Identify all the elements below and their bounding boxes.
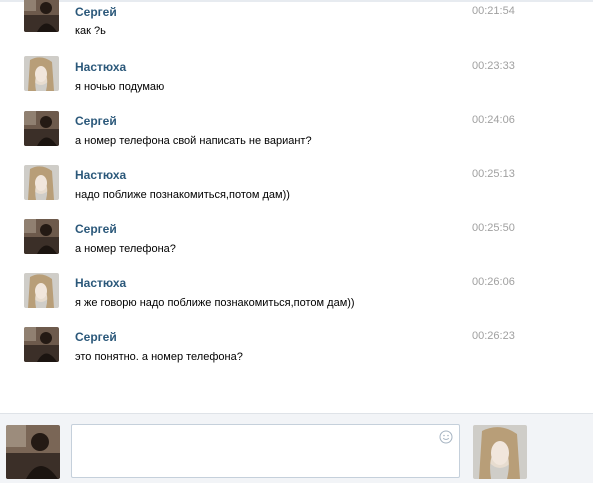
male-avatar-icon[interactable] (6, 425, 60, 479)
message-timestamp: 00:24:06 (472, 114, 515, 126)
compose-area (0, 413, 593, 483)
smiley-icon[interactable] (439, 430, 453, 444)
female-avatar-icon[interactable] (24, 273, 59, 308)
message-input[interactable] (72, 425, 459, 477)
message-timestamp: 00:23:33 (472, 60, 515, 72)
message-author-link[interactable]: Сергей (75, 330, 117, 344)
message-text: это понятно. а номер телефона? (75, 351, 243, 363)
message-text: как ?ь (75, 25, 106, 37)
message-item: Сергей 00:24:06 а номер телефона свой на… (0, 108, 593, 162)
message-item: Настюха 00:23:33 я ночью подумаю (0, 54, 593, 108)
message-timestamp: 00:25:13 (472, 168, 515, 180)
message-timestamp: 00:26:06 (472, 276, 515, 288)
male-avatar-icon[interactable] (24, 111, 59, 146)
message-text: надо поближе познакомиться,потом дам)) (75, 189, 290, 201)
message-author-link[interactable]: Сергей (75, 114, 117, 128)
chat-window: Сергей 00:21:54 как ?ь Настюха 00:23:33 … (0, 0, 593, 483)
message-item: Сергей 00:21:54 как ?ь (0, 0, 593, 54)
message-author-link[interactable]: Настюха (75, 60, 126, 74)
message-text: я же говорю надо поближе познакомиться,п… (75, 297, 355, 309)
message-author-link[interactable]: Сергей (75, 222, 117, 236)
message-item: Настюха 00:25:13 надо поближе познакомит… (0, 162, 593, 216)
message-author-link[interactable]: Настюха (75, 168, 126, 182)
message-item: Сергей 00:26:23 это понятно. а номер тел… (0, 324, 593, 378)
message-item: Настюха 00:26:06 я же говорю надо поближ… (0, 270, 593, 324)
message-input-box (71, 424, 460, 478)
male-avatar-icon[interactable] (24, 219, 59, 254)
female-avatar-icon[interactable] (24, 56, 59, 91)
message-item: Сергей 00:25:50 а номер телефона? (0, 216, 593, 270)
male-avatar-icon[interactable] (24, 327, 59, 362)
message-text: а номер телефона? (75, 243, 176, 255)
message-timestamp: 00:21:54 (472, 5, 515, 17)
male-avatar-icon[interactable] (24, 0, 59, 32)
message-timestamp: 00:26:23 (472, 330, 515, 342)
female-avatar-icon[interactable] (24, 165, 59, 200)
message-timestamp: 00:25:50 (472, 222, 515, 234)
message-text: я ночью подумаю (75, 81, 165, 93)
female-avatar-icon[interactable] (473, 425, 527, 479)
message-author-link[interactable]: Настюха (75, 276, 126, 290)
message-text: а номер телефона свой написать не вариан… (75, 135, 312, 147)
message-author-link[interactable]: Сергей (75, 5, 117, 19)
